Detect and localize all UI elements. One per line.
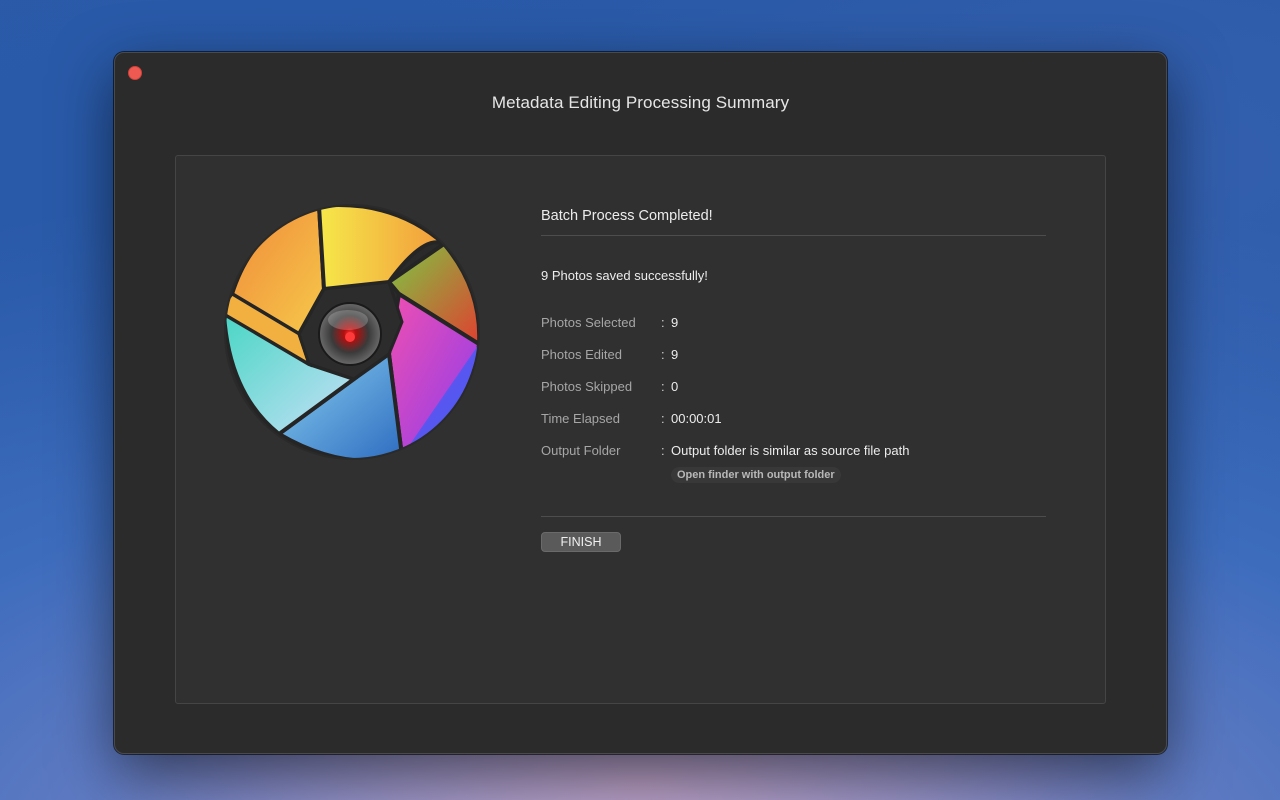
finish-button[interactable]: FINISH [541, 532, 621, 552]
summary-heading: Batch Process Completed! [541, 208, 713, 224]
aperture-logo-icon [224, 204, 480, 460]
row-label: Photos Selected [541, 315, 636, 330]
close-button[interactable] [128, 66, 142, 80]
row-value: 0 [671, 379, 679, 394]
row-label: Output Folder [541, 443, 621, 458]
summary-window: Metadata Editing Processing Summary Batc… [114, 52, 1167, 754]
row-output-folder: Output Folder : Output folder is similar… [541, 443, 909, 461]
row-value: 9 [671, 347, 679, 362]
row-colon: : [661, 379, 665, 394]
divider [541, 235, 1046, 236]
summary-panel: Batch Process Completed! 9 Photos saved … [175, 155, 1106, 704]
row-label: Photos Edited [541, 347, 622, 362]
row-value: 9 [671, 315, 679, 330]
success-message: 9 Photos saved successfully! [541, 268, 708, 283]
row-colon: : [661, 347, 665, 362]
row-colon: : [661, 315, 665, 330]
row-photos-edited: Photos Edited : 9 [541, 347, 678, 365]
row-colon: : [661, 411, 665, 426]
row-label: Photos Skipped [541, 379, 633, 394]
row-photos-skipped: Photos Skipped : 0 [541, 379, 678, 397]
row-value: Output folder is similar as source file … [671, 443, 910, 458]
divider [541, 516, 1046, 517]
row-colon: : [661, 443, 665, 458]
row-label: Time Elapsed [541, 411, 620, 426]
open-finder-button[interactable]: Open finder with output folder [671, 467, 841, 483]
window-title: Metadata Editing Processing Summary [491, 93, 790, 112]
row-photos-selected: Photos Selected : 9 [541, 315, 678, 333]
row-time-elapsed: Time Elapsed : 00:00:01 [541, 411, 722, 429]
row-value: 00:00:01 [671, 411, 722, 426]
